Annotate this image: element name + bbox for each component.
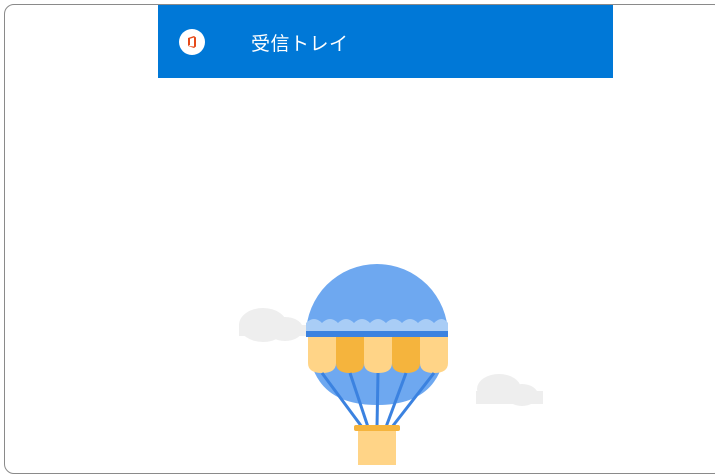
cloud-icon	[476, 374, 543, 406]
empty-inbox-illustration	[230, 255, 560, 465]
office-logo-icon[interactable]	[179, 29, 205, 55]
cloud-icon	[239, 308, 307, 342]
page-title: 受信トレイ	[251, 33, 349, 55]
app-header: 受信トレイ	[158, 5, 613, 78]
